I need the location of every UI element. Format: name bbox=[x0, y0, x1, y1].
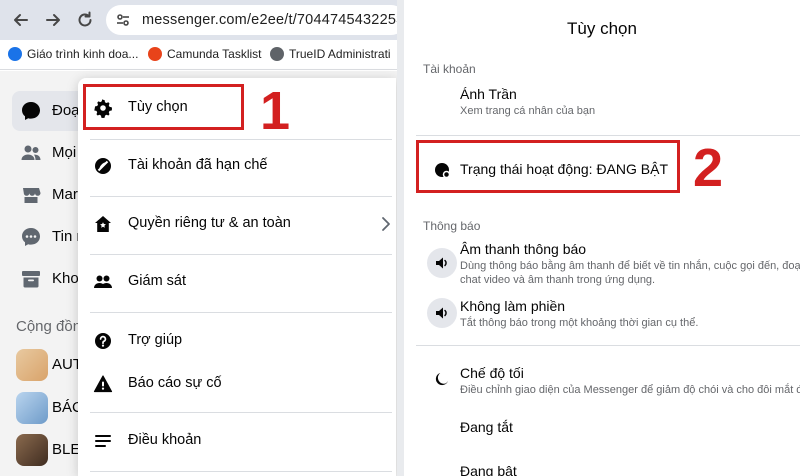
browser-toolbar: messenger.com/e2ee/t/70447454322539 bbox=[0, 0, 397, 40]
section-heading-notifications: Thông báo bbox=[423, 219, 481, 233]
camunda-logo-icon bbox=[148, 47, 162, 61]
menu-item-label: Trợ giúp bbox=[128, 332, 183, 348]
menu-item-label: Quyền riêng tư & an toàn bbox=[128, 215, 291, 231]
menu-divider bbox=[90, 312, 392, 313]
annotation-highlight-box bbox=[416, 140, 680, 193]
privacy-home-icon bbox=[93, 214, 113, 234]
menu-divider bbox=[90, 412, 392, 413]
menu-lines-icon bbox=[93, 431, 113, 451]
restricted-icon bbox=[93, 156, 113, 176]
account-subtitle: Xem trang cá nhân của bạn bbox=[460, 105, 596, 117]
message-requests-icon bbox=[20, 226, 42, 248]
speaker-icon bbox=[427, 298, 457, 328]
menu-item-label: Điều khoản bbox=[128, 432, 202, 448]
left-panel: messenger.com/e2ee/t/70447454322539 Giáo… bbox=[0, 0, 397, 476]
bookmark-label: TrueID Administrati bbox=[289, 47, 391, 61]
bookmark-label: Camunda Tasklist bbox=[167, 47, 262, 61]
supervision-icon bbox=[93, 272, 113, 292]
menu-item-label: Tài khoản đã hạn chế bbox=[128, 157, 268, 173]
moon-icon bbox=[427, 364, 457, 394]
section-divider bbox=[416, 135, 800, 136]
globe-icon bbox=[270, 47, 284, 61]
marketplace-store-icon bbox=[20, 184, 42, 206]
dark-mode-desc: Điều chỉnh giao diện của Messenger để gi… bbox=[460, 384, 800, 396]
bookmark-label: Giáo trình kinh doa... bbox=[27, 47, 139, 61]
reload-icon[interactable] bbox=[74, 9, 96, 31]
menu-divider bbox=[90, 196, 392, 197]
notification-sound-desc: chat video và âm thanh trong ứng dụng. bbox=[460, 274, 656, 286]
menu-item-privacy-safety[interactable]: Quyền riêng tư & an toàn bbox=[88, 204, 390, 244]
chevron-right-icon bbox=[380, 214, 392, 234]
globe-icon bbox=[8, 47, 22, 61]
section-divider bbox=[416, 345, 800, 346]
menu-item-supervision[interactable]: Giám sát bbox=[88, 262, 388, 302]
back-icon[interactable] bbox=[10, 9, 32, 31]
annotation-step-number: 2 bbox=[693, 138, 724, 198]
bookmark-item[interactable]: Giáo trình kinh doa... bbox=[8, 47, 138, 64]
menu-item-report-problem[interactable]: Báo cáo sự cố bbox=[88, 364, 388, 404]
chat-bubble-icon bbox=[20, 100, 42, 122]
annotation-highlight-box bbox=[83, 84, 244, 130]
bookmark-item[interactable]: TrueID Administrati bbox=[270, 47, 391, 64]
menu-item-label: Giám sát bbox=[128, 273, 187, 289]
menu-divider bbox=[90, 139, 392, 140]
notification-sound-title[interactable]: Âm thanh thông báo bbox=[460, 241, 586, 257]
sidebar-item-label: Mọi bbox=[52, 144, 77, 161]
communities-heading: Cộng đồn bbox=[16, 318, 82, 335]
forward-icon[interactable] bbox=[42, 9, 64, 31]
bookmark-item[interactable]: Camunda Tasklist bbox=[148, 47, 262, 64]
sidebar-item-label: Mar bbox=[52, 186, 78, 203]
page-title: Tùy chọn bbox=[567, 19, 637, 38]
speaker-icon bbox=[427, 248, 457, 278]
panel-divider bbox=[397, 0, 404, 476]
settings-dropdown-menu: Tùy chọn Tài khoản đã hạn chế Quyền riên… bbox=[78, 78, 396, 476]
dark-mode-option-off[interactable]: Đang tắt bbox=[460, 419, 513, 435]
sidebar-item-label: Kho bbox=[52, 270, 79, 287]
community-avatar bbox=[16, 392, 48, 424]
menu-item-restricted-accounts[interactable]: Tài khoản đã hạn chế bbox=[88, 146, 388, 186]
menu-item-help[interactable]: Trợ giúp bbox=[88, 321, 388, 361]
account-name[interactable]: Ánh Trần bbox=[460, 86, 517, 102]
menu-item-terms[interactable]: Điều khoản bbox=[88, 421, 388, 461]
notification-sound-desc: Dùng thông báo bằng âm thanh để biết về … bbox=[460, 260, 800, 272]
dark-mode-title[interactable]: Chế độ tối bbox=[460, 365, 524, 381]
section-heading-account: Tài khoản bbox=[423, 62, 476, 76]
menu-divider bbox=[90, 471, 392, 472]
dark-mode-option-on[interactable]: Đang bật bbox=[460, 463, 517, 476]
archive-icon bbox=[20, 268, 42, 290]
preferences-panel: Tùy chọn Tài khoản Ánh Trần Xem trang cá… bbox=[404, 0, 800, 476]
bookmarks-bar: Giáo trình kinh doa... Camunda Tasklist … bbox=[0, 40, 397, 70]
sidebar-item-label: Đoạ bbox=[52, 102, 80, 119]
address-bar[interactable]: messenger.com/e2ee/t/70447454322539 bbox=[106, 5, 397, 35]
community-avatar bbox=[16, 349, 48, 381]
community-avatar bbox=[16, 434, 48, 466]
url-text[interactable]: messenger.com/e2ee/t/70447454322539 bbox=[142, 12, 397, 28]
warning-icon bbox=[93, 374, 113, 394]
help-icon bbox=[93, 331, 113, 351]
menu-item-label: Báo cáo sự cố bbox=[128, 375, 222, 391]
site-settings-icon[interactable] bbox=[115, 12, 131, 28]
people-icon bbox=[20, 142, 42, 164]
menu-divider bbox=[90, 254, 392, 255]
annotation-step-number: 1 bbox=[260, 81, 291, 141]
screenshot-composite: messenger.com/e2ee/t/70447454322539 Giáo… bbox=[0, 0, 800, 476]
do-not-disturb-desc: Tắt thông báo trong một khoảng thời gian… bbox=[460, 317, 699, 329]
do-not-disturb-title[interactable]: Không làm phiền bbox=[460, 298, 565, 314]
